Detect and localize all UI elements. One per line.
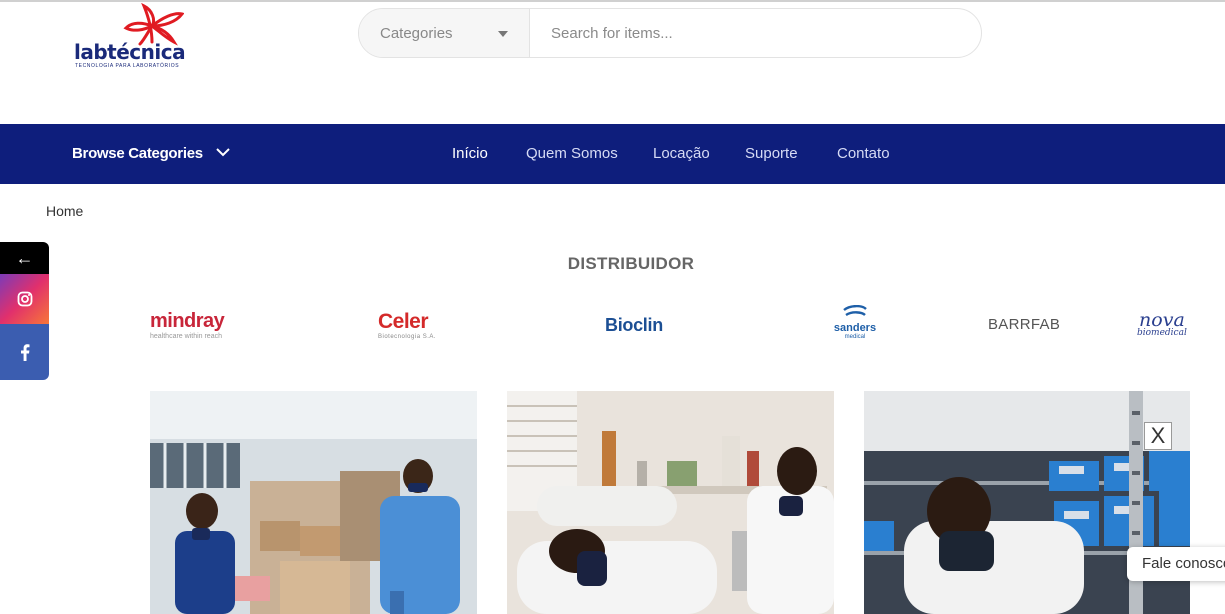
close-button[interactable]: X — [1144, 422, 1172, 450]
brand-bioclin-logo[interactable]: Bioclin — [605, 315, 663, 336]
facebook-button[interactable] — [0, 324, 49, 380]
category-select[interactable]: Categories — [359, 9, 530, 57]
main-navbar: Browse Categories Início Quem Somos Loca… — [0, 124, 1225, 184]
search-bar: Categories — [358, 8, 982, 58]
nav-suporte[interactable]: Suporte — [745, 145, 798, 162]
brand-sanders-logo[interactable]: sanders medical — [828, 304, 882, 340]
brand-nova-logo[interactable]: nova biomedical — [1137, 309, 1187, 339]
logo-text: labtécnica — [74, 40, 186, 64]
brand-tagline: biomedical — [1137, 328, 1187, 338]
distributor-title: DISTRIBUIDOR — [567, 254, 695, 273]
nav-quem-somos[interactable]: Quem Somos — [526, 145, 618, 162]
nav-contato[interactable]: Contato — [837, 145, 890, 162]
nav-inicio[interactable]: Início — [452, 145, 488, 162]
browse-categories-button[interactable]: Browse Categories — [72, 145, 203, 162]
category-select-label: Categories — [380, 25, 453, 42]
instagram-icon — [17, 291, 32, 307]
chevron-down-icon[interactable] — [215, 146, 231, 158]
brand-tagline: Biotecnologia S.A. — [378, 334, 437, 340]
brand-name: mindray — [150, 310, 225, 332]
breadcrumb-home[interactable]: Home — [46, 203, 83, 219]
photo-laboratory — [507, 391, 834, 614]
facebook-icon — [20, 343, 29, 361]
nav-locacao[interactable]: Locação — [653, 145, 710, 162]
brand-name: sanders — [833, 322, 877, 334]
instagram-button[interactable] — [0, 274, 49, 324]
brand-tagline: medical — [844, 334, 866, 340]
logo-tagline: TECNOLOGIA PARA LABORATÓRIOS — [75, 63, 180, 69]
photo-warehouse — [150, 391, 477, 614]
labtecnica-logo[interactable]: labtécnica TECNOLOGIA PARA LABORATÓRIOS — [72, 2, 192, 72]
brand-mindray-logo[interactable]: mindray healthcare within reach — [150, 310, 225, 340]
chat-fale-conosco-button[interactable]: Fale conosco — [1127, 547, 1225, 581]
brand-celer-logo[interactable]: Celer Biotecnologia S.A. — [378, 310, 436, 340]
brand-barrfab-logo[interactable]: BARRFAB — [988, 316, 1060, 333]
brand-name: Celer — [378, 310, 429, 333]
sanders-swirl-icon — [843, 304, 867, 317]
brand-name: nova — [1139, 309, 1185, 331]
search-input[interactable] — [531, 9, 971, 57]
caret-down-icon — [498, 31, 508, 37]
brand-tagline: healthcare within reach — [150, 333, 222, 340]
